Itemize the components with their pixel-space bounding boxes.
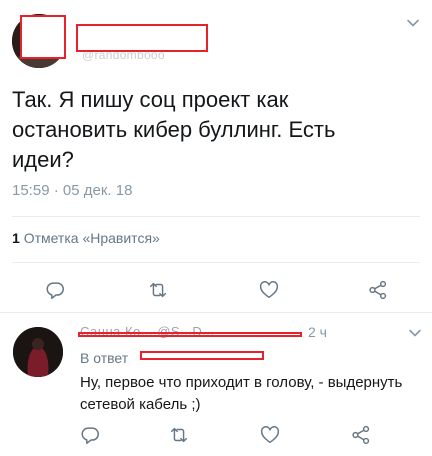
heart-icon[interactable] — [259, 424, 281, 446]
heart-icon[interactable] — [258, 279, 280, 301]
tweet-time: 15:59 — [12, 182, 50, 199]
retweet-icon[interactable] — [168, 424, 190, 446]
avatar-redaction-box — [20, 15, 66, 59]
likes-summary[interactable]: 1 Отметка «Нравится» — [12, 230, 160, 246]
tweet-timestamp[interactable]: 15:59 · 05 дек. 18 — [12, 182, 132, 199]
likes-label: Отметка «Нравится» — [23, 230, 160, 246]
reply-time: 2 ч — [308, 324, 327, 340]
reply-avatar[interactable] — [13, 327, 63, 377]
reply-actions — [0, 424, 432, 450]
reply-icon[interactable] — [44, 279, 66, 301]
tweet-separator — [0, 312, 432, 313]
retweet-icon[interactable] — [147, 279, 169, 301]
main-tweet-actions — [0, 279, 432, 305]
meta-separator: · — [53, 182, 59, 199]
share-icon[interactable] — [350, 424, 372, 446]
reply-text: Ну, первое что приходит в голову, - выде… — [80, 374, 403, 413]
reply-to-label: В ответ — [80, 350, 129, 366]
reply-name-redaction-box — [78, 332, 302, 337]
divider — [12, 262, 420, 263]
author-name-redaction-box — [76, 24, 208, 52]
reply-icon[interactable] — [79, 424, 101, 446]
divider — [12, 216, 420, 217]
chevron-down-icon[interactable] — [406, 16, 420, 30]
likes-count: 1 — [12, 230, 20, 246]
tweet-date: 05 дек. 18 — [62, 182, 133, 199]
chevron-down-icon[interactable] — [408, 326, 422, 340]
reply-to-redaction-box — [140, 351, 264, 360]
share-icon[interactable] — [367, 279, 389, 301]
tweet-text: Так. Я пишу соц проект как остановить ки… — [12, 87, 336, 172]
